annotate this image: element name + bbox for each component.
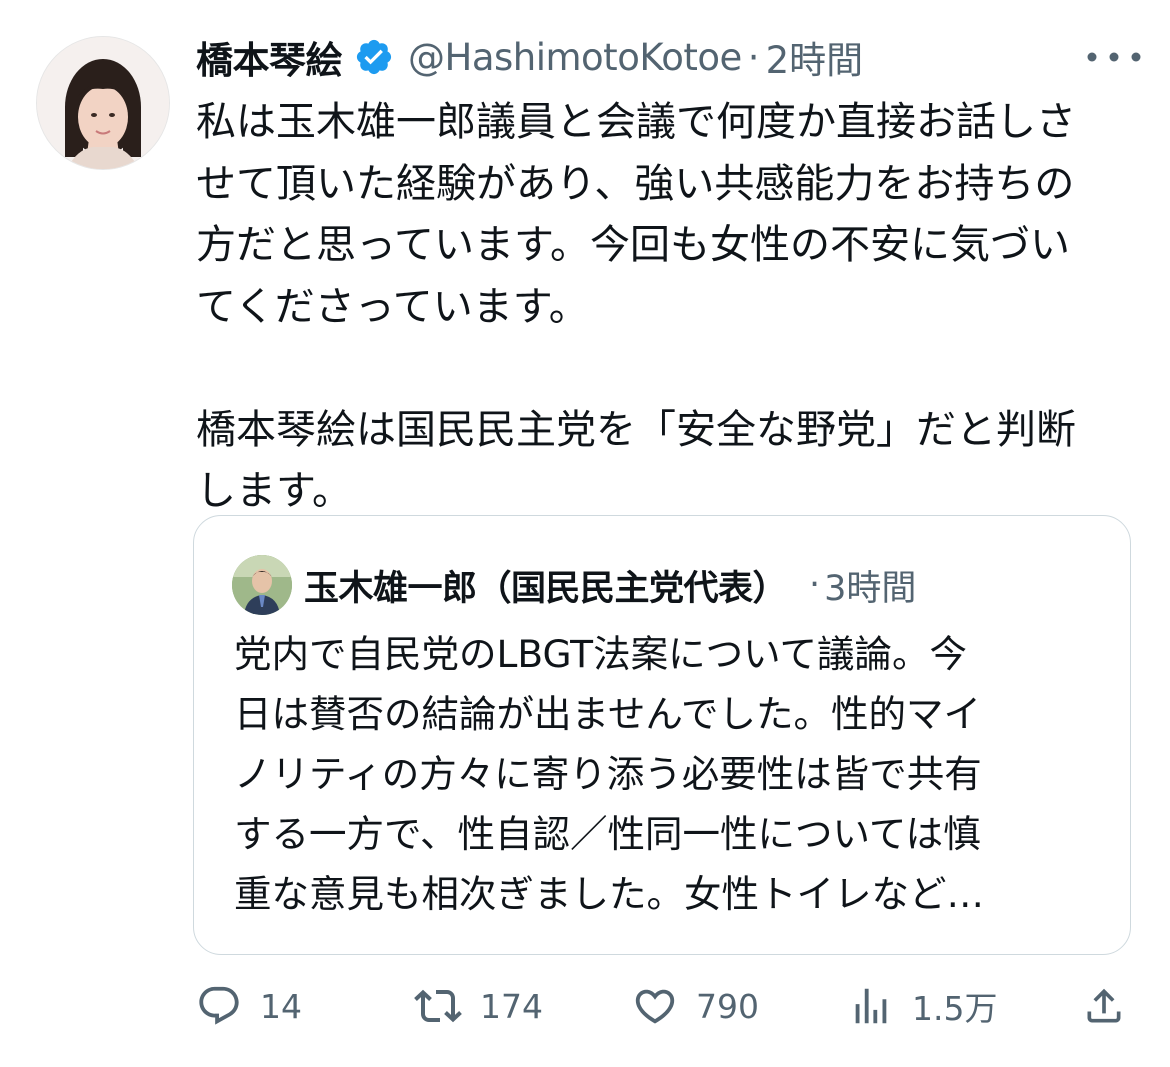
views-button[interactable]: 1.5万 (848, 976, 997, 1036)
author-avatar[interactable] (36, 36, 170, 170)
reply-bubble-icon (196, 983, 242, 1029)
like-button[interactable]: 790 (632, 976, 759, 1036)
repost-arrows-icon (414, 982, 462, 1030)
views-bars-icon (848, 983, 894, 1029)
verified-badge-icon[interactable] (354, 37, 394, 77)
repost-button[interactable]: 174 (414, 976, 543, 1036)
tweet: 橋本琴絵 @HashimotoKotoe · 2時間 私は玉木雄一郎議員と会議で… (0, 0, 1170, 1067)
like-count: 790 (696, 986, 759, 1026)
quoted-author-avatar[interactable] (232, 555, 292, 615)
post-time[interactable]: 2時間 (766, 30, 864, 84)
author-handle[interactable]: @HashimotoKotoe (408, 36, 742, 79)
header-separator: · (747, 35, 760, 79)
views-count: 1.5万 (912, 989, 998, 1028)
tweet-header: 橋本琴絵 @HashimotoKotoe · 2時間 (196, 30, 863, 84)
post-text: 私は玉木雄一郎議員と会議で何度か直接お話しさ せて頂いた経験があり、強い共感能力… (196, 99, 1076, 514)
quoted-post-time[interactable]: 3時間 (824, 560, 916, 611)
heart-icon (632, 983, 678, 1029)
repost-count: 174 (480, 986, 543, 1026)
quoted-header: 玉木雄一郎（国民民主党代表） · 3時間 (304, 556, 916, 614)
share-button[interactable] (1082, 976, 1126, 1036)
quoted-separator: · (809, 565, 821, 605)
quoted-author-name[interactable]: 玉木雄一郎（国民民主党代表） (304, 560, 788, 611)
quoted-post[interactable]: 玉木雄一郎（国民民主党代表） · 3時間 党内で自民党のLBGT法案について議論… (193, 515, 1131, 955)
quoted-post-text: 党内で自民党のLBGT法案について議論。今 日は賛否の結論が出ませんでした。性的… (234, 632, 984, 916)
more-dots-icon[interactable] (1082, 42, 1146, 72)
author-name[interactable]: 橋本琴絵 (196, 30, 343, 84)
share-upload-icon (1082, 983, 1126, 1029)
reply-count: 14 (260, 986, 302, 1026)
reply-button[interactable]: 14 (196, 976, 302, 1036)
action-bar: 14 174 790 1.5万 (0, 976, 1170, 1036)
